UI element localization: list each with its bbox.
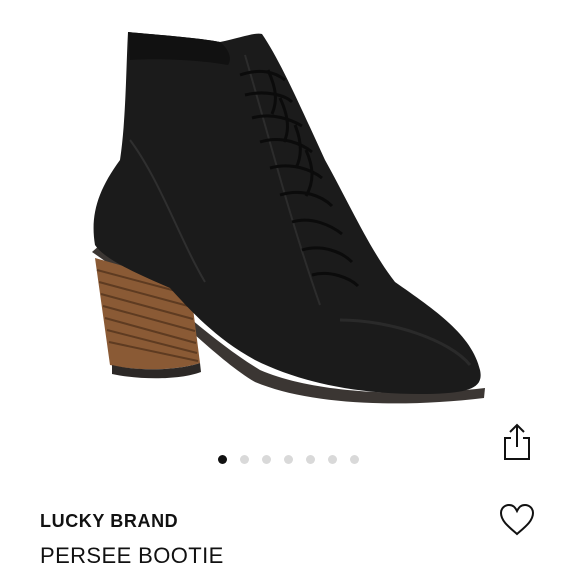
carousel-dot-3[interactable]	[262, 454, 271, 464]
carousel-dots	[218, 454, 359, 464]
carousel-dot-2[interactable]	[240, 454, 249, 464]
ankle-boot-image	[92, 32, 485, 404]
carousel-dot-5[interactable]	[306, 454, 315, 464]
brand-name[interactable]: LUCKY BRAND	[40, 511, 178, 532]
carousel-dot-6[interactable]	[328, 454, 337, 464]
share-button[interactable]	[500, 420, 534, 464]
carousel-dot-4[interactable]	[284, 454, 293, 464]
carousel-dot-7[interactable]	[350, 454, 359, 464]
carousel-dot-1[interactable]	[218, 454, 227, 464]
favorite-button[interactable]	[496, 500, 538, 540]
share-icon	[504, 423, 530, 460]
heart-icon	[499, 503, 535, 536]
product-image[interactable]	[40, 20, 510, 430]
product-name: PERSEE BOOTIE	[40, 543, 224, 568]
